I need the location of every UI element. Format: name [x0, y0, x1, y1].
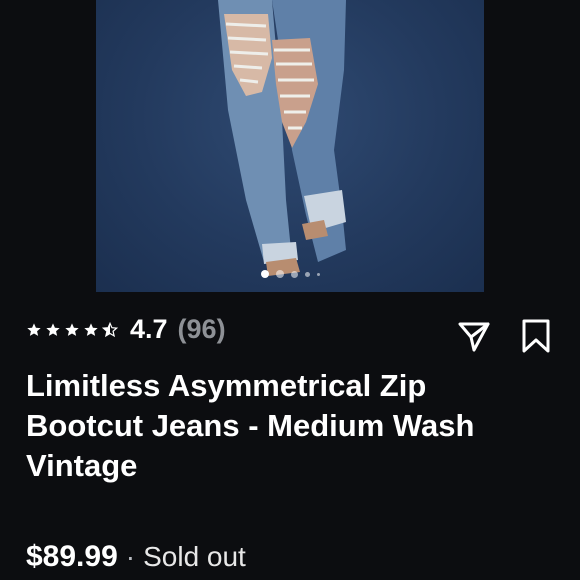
availability-status: Sold out: [143, 541, 246, 572]
jeans-illustration: [218, 0, 346, 276]
star-icon: [46, 322, 60, 336]
star-rating: [26, 321, 118, 338]
star-icon: [84, 322, 98, 336]
carousel-indicator[interactable]: [96, 270, 484, 278]
rating-value: 4.7: [130, 314, 168, 344]
carousel-dot-active[interactable]: [260, 270, 269, 278]
bookmark-icon: [522, 319, 550, 353]
share-button[interactable]: [456, 318, 492, 354]
rating-count[interactable]: (96): [178, 314, 226, 345]
rating-summary[interactable]: 4.7 (96): [26, 314, 226, 345]
star-icon: [65, 322, 79, 336]
product-title: Limitless Asymmetrical Zip Bootcut Jeans…: [26, 368, 475, 483]
carousel-dot[interactable]: [275, 270, 284, 278]
send-icon: [458, 322, 490, 352]
carousel-dot[interactable]: [304, 271, 310, 277]
price-row: $89.99 · Sold out: [26, 540, 246, 574]
half-star-icon: [102, 321, 118, 337]
bookmark-button[interactable]: [520, 318, 552, 354]
separator-dot: ·: [125, 541, 136, 572]
carousel-dot[interactable]: [316, 272, 320, 276]
star-icon: [27, 322, 41, 336]
carousel-dot[interactable]: [290, 270, 298, 278]
product-image[interactable]: [96, 0, 484, 292]
product-price: $89.99: [26, 540, 118, 573]
